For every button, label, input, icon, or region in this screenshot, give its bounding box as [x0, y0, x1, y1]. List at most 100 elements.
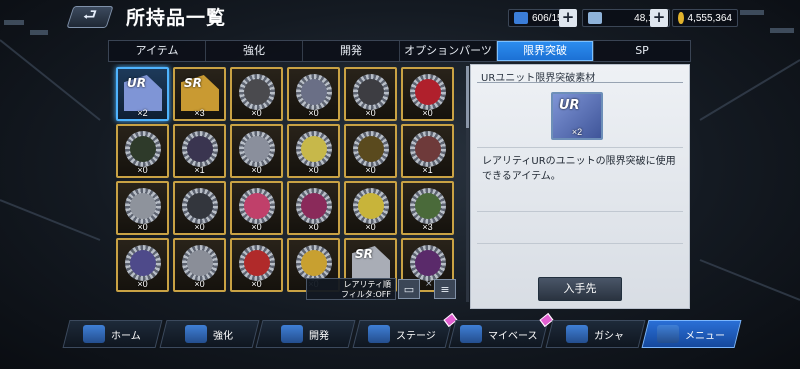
nav-label: メニュー	[685, 330, 726, 342]
sort-filter-label[interactable]: レアリティ順 フィルタ:OFF	[306, 278, 396, 300]
unit-material-icon	[296, 74, 332, 110]
item-count: ×1	[194, 165, 205, 175]
detail-divider-4	[477, 243, 683, 244]
currency-chip-icon	[588, 12, 602, 24]
enhance-icon	[184, 325, 207, 343]
item-cell[interactable]: ×1	[401, 124, 454, 178]
item-cell[interactable]: UR ×2	[116, 67, 169, 121]
item-cell[interactable]: ×3	[401, 181, 454, 235]
grid-scrollbar-thumb[interactable]	[466, 66, 469, 128]
nav-label: 強化	[212, 330, 233, 342]
item-count: ×0	[251, 165, 262, 175]
unit-material-icon	[125, 188, 161, 224]
gold-coin-icon	[678, 12, 684, 24]
unit-material-icon	[353, 74, 389, 110]
list-view-button[interactable]: ▭	[398, 279, 420, 299]
item-cell[interactable]: ×0	[116, 181, 169, 235]
nav-enhance[interactable]: 強化	[159, 320, 259, 348]
item-rarity-label: SR	[355, 247, 373, 261]
item-cell[interactable]: ×0	[287, 181, 340, 235]
unit-material-icon	[239, 245, 275, 281]
sort-button[interactable]: ≡	[434, 279, 456, 299]
unit-material-icon	[410, 245, 446, 281]
item-cell[interactable]: ×0	[344, 181, 397, 235]
item-count: ×0	[308, 108, 319, 118]
item-cell[interactable]: ×0	[230, 124, 283, 178]
unit-material-icon	[182, 131, 218, 167]
unit-material-icon	[182, 188, 218, 224]
item-count: ×0	[251, 108, 262, 118]
item-count: ×0	[365, 222, 376, 232]
capacity-plus-button[interactable]: +	[559, 9, 577, 27]
nav-mybase[interactable]: マイベース	[448, 312, 554, 348]
detail-item-rarity: UR	[559, 98, 580, 113]
item-count: ×3	[422, 222, 433, 232]
unit-material-icon	[410, 74, 446, 110]
item-count: ×0	[422, 108, 433, 118]
tab-limit-break[interactable]: 限界突破	[497, 41, 594, 61]
nav-home[interactable]: ホーム	[62, 320, 163, 348]
mybase-icon	[459, 325, 482, 343]
tab-option-parts[interactable]: オプションパーツ	[400, 41, 497, 61]
unit-material-icon	[125, 245, 161, 281]
unit-material-icon	[296, 131, 332, 167]
item-cell[interactable]: ×0	[230, 181, 283, 235]
item-cell[interactable]: ×0	[230, 67, 283, 121]
page-title: 所持品一覧	[126, 7, 227, 29]
item-count: ×3	[194, 108, 205, 118]
item-cell[interactable]: ×0	[287, 67, 340, 121]
stage-icon	[368, 325, 391, 343]
nav-label: ステージ	[396, 330, 436, 342]
sort-icon: ≡	[440, 282, 450, 296]
item-count: ×0	[251, 222, 262, 232]
capacity-icon	[514, 12, 528, 24]
nav-label: ホーム	[111, 330, 142, 342]
back-arrow-icon: ⮐	[82, 4, 98, 24]
chip-plus-button[interactable]: +	[650, 9, 668, 27]
item-cell[interactable]: SR ×3	[173, 67, 226, 121]
item-cell[interactable]: ×0	[116, 124, 169, 178]
detail-description: レアリティURのユニットの限界突破に使用できるアイテム。	[482, 156, 676, 182]
item-cell[interactable]: ×0	[230, 238, 283, 292]
nav-menu[interactable]: メニュー	[641, 320, 742, 348]
item-count: ×0	[308, 165, 319, 175]
detail-divider	[477, 82, 683, 83]
item-cell[interactable]: ×0	[287, 124, 340, 178]
item-rarity-label: SR	[184, 76, 202, 90]
tab-sp[interactable]: SP	[594, 41, 690, 61]
item-cell[interactable]: ×0	[173, 238, 226, 292]
bottom-nav: ホーム 強化 開発 ステージ マイベース ガシャ メニュー	[62, 312, 742, 350]
unit-material-icon	[353, 131, 389, 167]
acquisition-source-button[interactable]: 入手先	[538, 277, 622, 301]
develop-icon	[281, 325, 304, 343]
tab-develop[interactable]: 開発	[303, 41, 400, 61]
item-cell[interactable]: ×0	[401, 67, 454, 121]
item-cell[interactable]: ×1	[173, 124, 226, 178]
item-count: ×0	[194, 279, 205, 289]
unit-material-icon	[239, 188, 275, 224]
unit-material-icon	[410, 131, 446, 167]
item-cell[interactable]: ×0	[344, 124, 397, 178]
tab-enhance[interactable]: 強化	[206, 41, 303, 61]
item-count: ×0	[137, 165, 148, 175]
item-count: ×0	[365, 165, 376, 175]
item-cell[interactable]: ×0	[116, 238, 169, 292]
item-cell[interactable]: ×0	[344, 67, 397, 121]
tab-item[interactable]: アイテム	[109, 41, 206, 61]
nav-label: マイベース	[487, 330, 538, 342]
item-detail-panel: URユニット限界突破素材 UR ×2 レアリティURのユニットの限界突破に使用で…	[470, 64, 690, 309]
detail-divider-2	[477, 147, 683, 148]
unit-material-icon	[353, 188, 389, 224]
item-count: ×0	[308, 222, 319, 232]
nav-develop[interactable]: 開発	[255, 320, 356, 348]
unit-material-icon	[239, 131, 275, 167]
nav-stage[interactable]: ステージ	[352, 312, 457, 348]
item-cell[interactable]: ×0	[173, 181, 226, 235]
unit-material-icon	[296, 188, 332, 224]
filter-separator: ×	[425, 279, 433, 289]
unit-material-icon	[239, 74, 275, 110]
nav-gacha[interactable]: ガシャ	[545, 320, 645, 348]
nav-label: 開発	[309, 330, 330, 342]
item-count: ×0	[137, 279, 148, 289]
back-button[interactable]: ⮐	[66, 4, 114, 28]
